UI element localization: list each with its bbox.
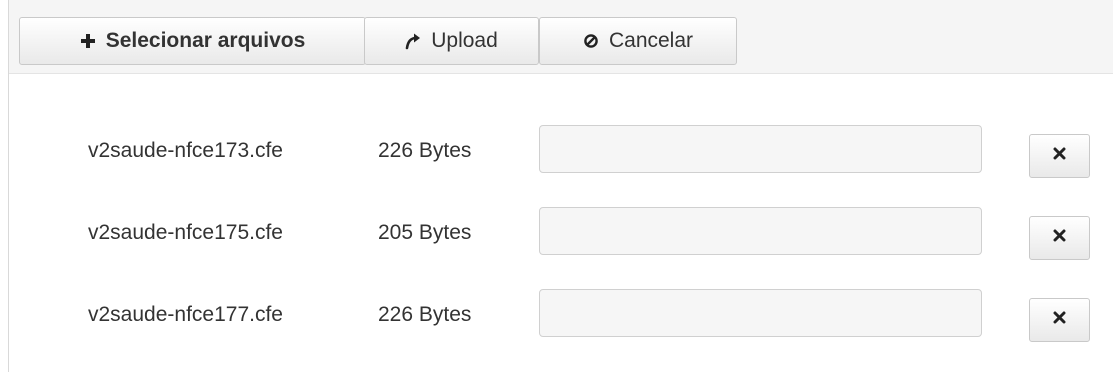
uploader-toolbar: Selecionar arquivos Upload Cancelar [9, 0, 1113, 74]
file-progress-bar [539, 125, 982, 173]
upload-label: Upload [431, 29, 498, 52]
file-name: v2saude-nfce177.cfe [88, 303, 283, 326]
file-name: v2saude-nfce175.cfe [88, 221, 283, 244]
cancel-label: Cancelar [608, 29, 694, 52]
select-files-button[interactable]: Selecionar arquivos [19, 17, 366, 65]
file-progress-bar [539, 289, 982, 337]
file-uploader: Selecionar arquivos Upload Cancelar v2sa… [8, 0, 1113, 372]
file-row: v2saude-nfce177.cfe 226 Bytes [9, 285, 1113, 345]
file-size: 226 Bytes [378, 303, 472, 326]
file-size: 226 Bytes [378, 139, 472, 162]
remove-file-button[interactable] [1029, 134, 1090, 178]
remove-file-button[interactable] [1029, 216, 1090, 260]
remove-file-button[interactable] [1029, 298, 1090, 342]
select-files-label: Selecionar arquivos [105, 29, 306, 52]
plus-icon [80, 33, 96, 49]
file-name: v2saude-nfce173.cfe [88, 139, 283, 162]
close-icon [1053, 311, 1066, 329]
file-size: 205 Bytes [378, 221, 472, 244]
cancel-button[interactable]: Cancelar [539, 17, 737, 65]
close-icon [1053, 147, 1066, 165]
file-progress-bar [539, 207, 982, 255]
cancel-circle-icon [583, 33, 599, 49]
file-row: v2saude-nfce173.cfe 226 Bytes [9, 121, 1113, 181]
upload-arrow-icon [405, 32, 421, 50]
close-icon [1053, 229, 1066, 247]
file-row: v2saude-nfce175.cfe 205 Bytes [9, 203, 1113, 263]
upload-button[interactable]: Upload [364, 17, 539, 65]
